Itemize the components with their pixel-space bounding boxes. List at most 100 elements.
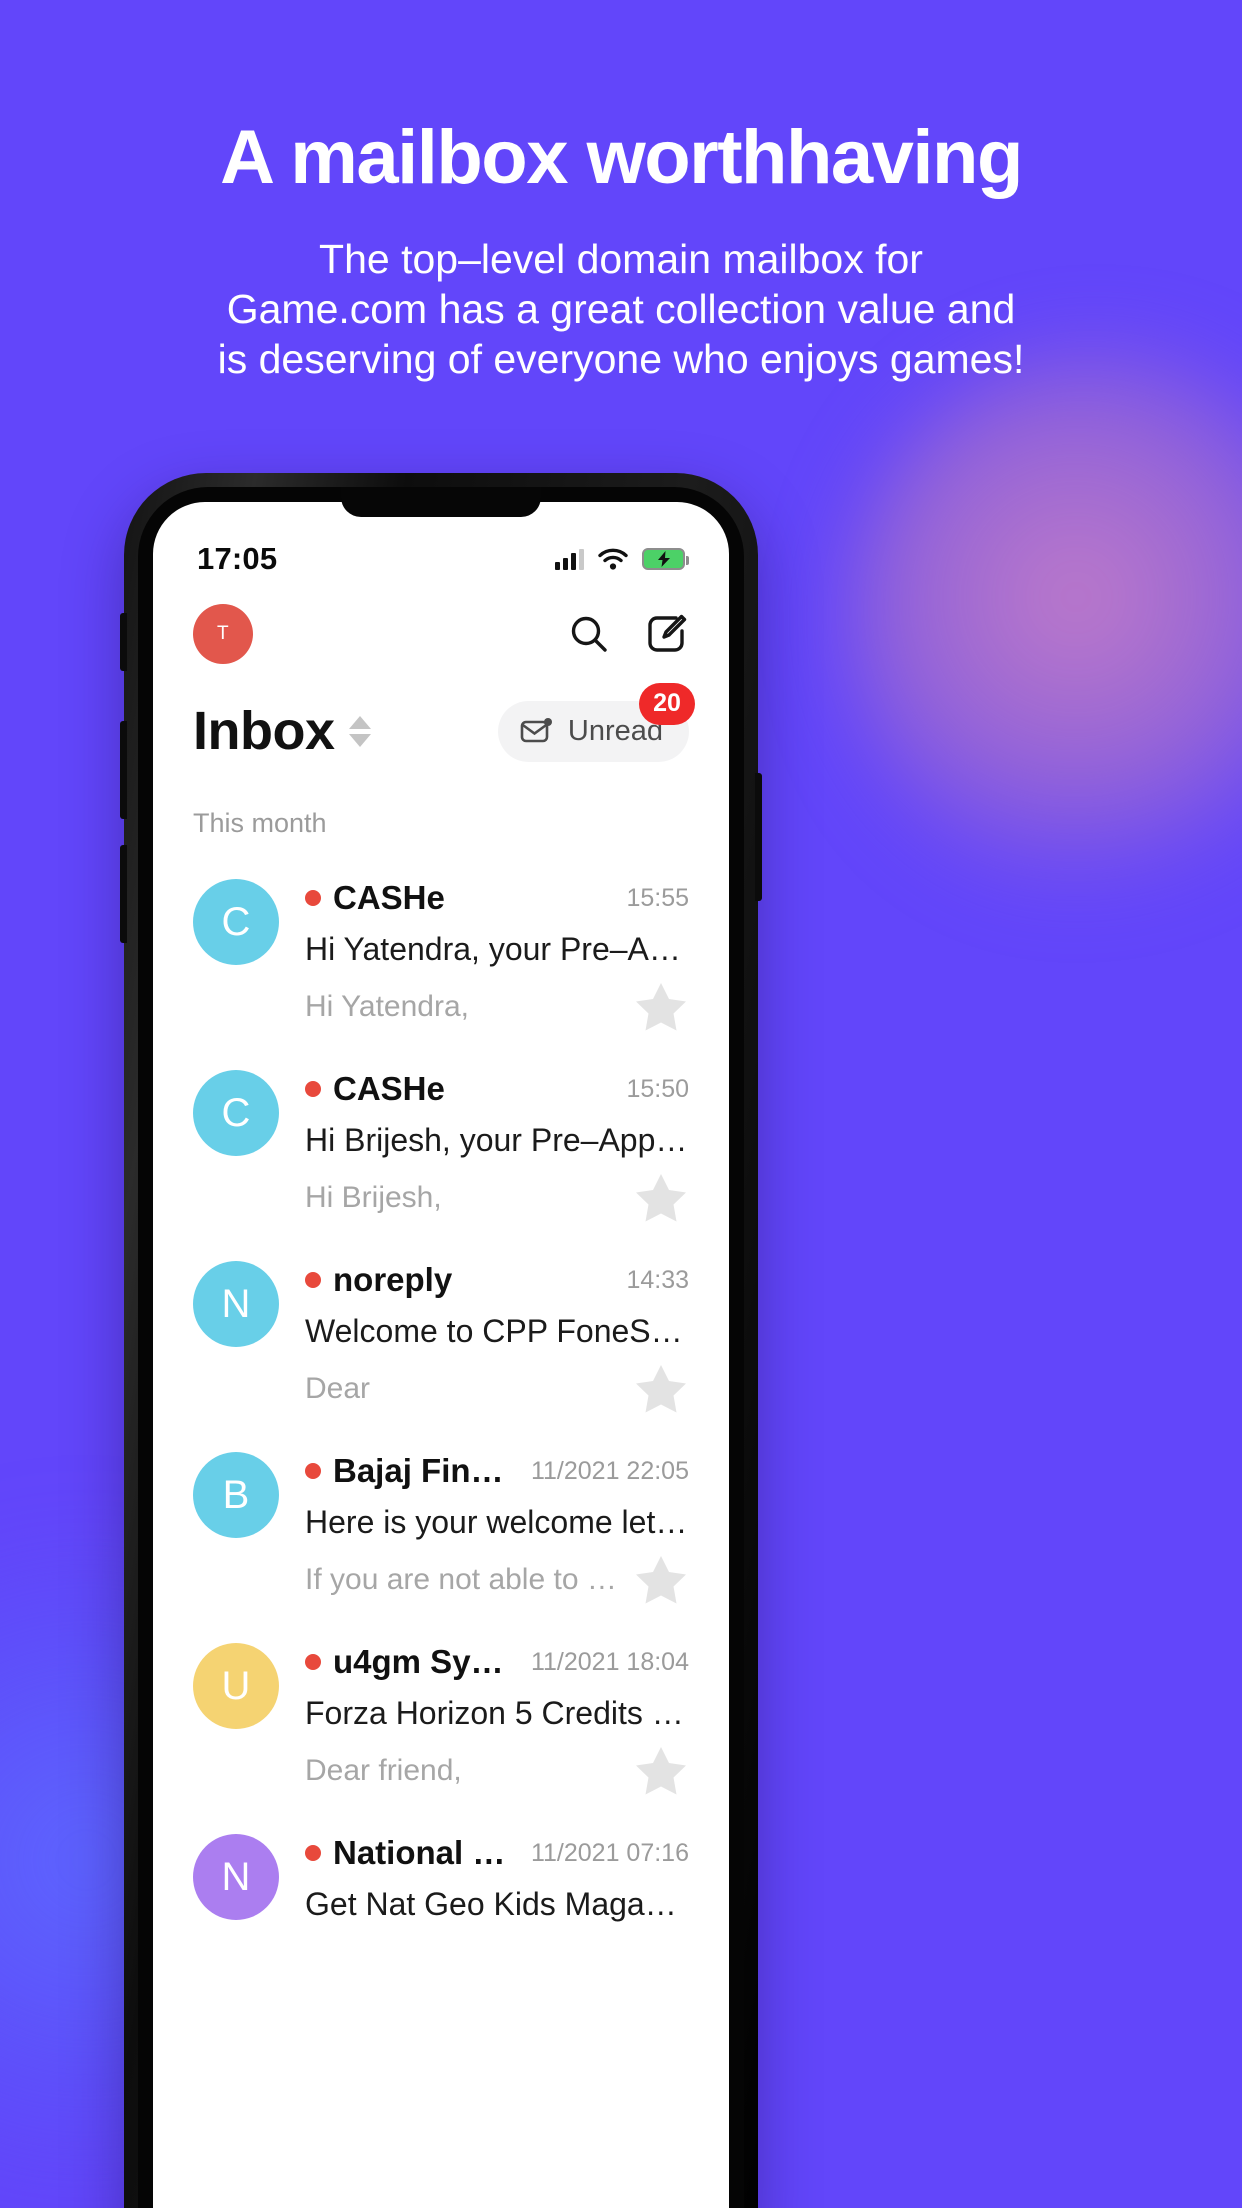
mail-timestamp: 11/2021 07:16	[530, 1838, 689, 1867]
mail-row[interactable]: B Bajaj Finance Ltd. 11/2021 22:05 Here is …	[153, 1434, 729, 1625]
page-title: Inbox	[193, 701, 335, 761]
mail-subject: Here is your welcome letter for loa...	[305, 1504, 689, 1540]
mail-preview: Hi Yatendra,	[305, 990, 469, 1023]
star-icon[interactable]	[633, 1744, 689, 1798]
unread-filter[interactable]: Unread 20	[497, 682, 695, 762]
unread-dot-icon	[305, 1845, 321, 1861]
status-bar-indicators	[555, 548, 689, 570]
star-icon[interactable]	[633, 1553, 689, 1607]
mail-header-line: CASHe 15:55	[305, 879, 689, 917]
mail-footer-line: If you are not able to view the cont...	[305, 1553, 689, 1607]
unread-dot-icon	[305, 1654, 321, 1670]
mail-sender-group: CASHe	[305, 1070, 445, 1108]
phone-mockup: 17:05 T Inbox Unread 20 This month C CAS…	[120, 473, 762, 2208]
mail-preview: Hi Brijesh,	[305, 1181, 442, 1214]
mail-list: C CASHe 15:55 Hi Yatendra, your Pre–Approve…	[153, 861, 729, 1953]
mail-avatar: N	[193, 1834, 279, 1920]
mail-subject: Get Nat Geo Kids Magazine for $2...	[305, 1886, 689, 1922]
inbox-title-group[interactable]: Inbox	[193, 700, 371, 762]
star-icon[interactable]	[633, 1171, 689, 1225]
search-icon[interactable]	[567, 612, 611, 656]
mail-sender: National Geographic	[333, 1834, 519, 1871]
mail-sender-group: u4gm System mail	[305, 1643, 519, 1681]
mail-avatar: B	[193, 1452, 279, 1538]
mail-sender: CASHe	[333, 1070, 445, 1107]
mail-sender-group: noreply	[305, 1261, 452, 1299]
unread-dot-icon	[305, 1463, 321, 1479]
avatar[interactable]: T	[193, 604, 253, 664]
mail-content: Bajaj Finance Ltd. 11/2021 22:05 Here is y…	[305, 1452, 689, 1607]
mail-footer-line: Dear	[305, 1362, 689, 1416]
mail-row[interactable]: Uu4gm System mail 11/2021 18:04 Forza Hori…	[153, 1625, 729, 1816]
mail-sender: CASHe	[333, 879, 445, 916]
mail-content: National Geographic 11/2021 07:16 Get Nat …	[305, 1834, 689, 1935]
mail-sender-group: CASHe	[305, 879, 445, 917]
phone-volume-down-button[interactable]	[120, 845, 127, 943]
hero-subtitle: The top–level domain mailbox for Game.co…	[0, 234, 1242, 384]
mail-content: CASHe 15:55 Hi Yatendra, your Pre–Approved…	[305, 879, 689, 1034]
app-bar-actions	[567, 612, 689, 656]
star-icon[interactable]	[633, 980, 689, 1034]
star-icon[interactable]	[633, 1362, 689, 1416]
mail-avatar: C	[193, 1070, 279, 1156]
phone-volume-up-button[interactable]	[120, 721, 127, 819]
mail-row[interactable]: C CASHe 15:55 Hi Yatendra, your Pre–Approve…	[153, 861, 729, 1052]
unread-dot-icon	[305, 1081, 321, 1097]
mail-timestamp: 11/2021 22:05	[530, 1456, 689, 1485]
mail-footer-line: Hi Brijesh,	[305, 1171, 689, 1225]
mail-header-line: CASHe 15:50	[305, 1070, 689, 1108]
unread-dot-icon	[305, 890, 321, 906]
mail-timestamp: 11/2021 18:04	[530, 1647, 689, 1676]
inbox-title-row: Inbox Unread 20	[153, 664, 729, 762]
mail-content: noreply 14:33 Welcome to CPP FoneSafe Clas…	[305, 1261, 689, 1416]
mail-header-line: noreply 14:33	[305, 1261, 689, 1299]
mail-footer-line: Hi Yatendra,	[305, 980, 689, 1034]
hero-subtitle-line-3: is deserving of everyone who enjoys game…	[217, 335, 1025, 382]
compose-icon[interactable]	[645, 612, 689, 656]
phone-screen: 17:05 T Inbox Unread 20 This month C CAS…	[153, 502, 729, 2208]
mail-row[interactable]: N National Geographic 11/2021 07:16 Get Nat…	[153, 1816, 729, 1953]
status-bar-time: 17:05	[197, 541, 278, 576]
mail-preview: Dear friend,	[305, 1754, 462, 1787]
mail-sender-group: National Geographic	[305, 1834, 519, 1872]
mail-row[interactable]: Nnoreply 14:33 Welcome to CPP FoneSafe Cla…	[153, 1243, 729, 1434]
mail-preview: If you are not able to view the cont...	[305, 1563, 621, 1596]
mail-sender-group: Bajaj Finance Ltd.	[305, 1452, 519, 1490]
mail-content: u4gm System mail 11/2021 18:04 Forza Horiz…	[305, 1643, 689, 1798]
mail-header-line: National Geographic 11/2021 07:16	[305, 1834, 689, 1872]
hero-section: A mailbox worthhaving The top–level doma…	[0, 0, 1242, 384]
hero-subtitle-line-2: Game.com has a great collection value an…	[226, 285, 1016, 332]
background-blob-right	[842, 345, 1242, 905]
cellular-signal-icon	[555, 548, 584, 570]
mail-header-line: u4gm System mail 11/2021 18:04	[305, 1643, 689, 1681]
unread-count-badge: 20	[639, 682, 695, 725]
mail-sender: u4gm System mail	[333, 1643, 519, 1680]
mail-sender: noreply	[333, 1261, 453, 1298]
mail-timestamp: 15:55	[626, 883, 689, 912]
phone-notch	[341, 487, 541, 517]
mail-subject: Welcome to CPP FoneSafe Classic!	[305, 1313, 689, 1349]
section-label: This month	[193, 808, 327, 838]
unread-dot-icon	[305, 1272, 321, 1288]
mail-preview: Dear	[305, 1372, 371, 1405]
wifi-icon	[598, 548, 628, 570]
mail-timestamp: 15:50	[626, 1074, 689, 1103]
phone-power-button[interactable]	[755, 773, 762, 901]
sort-updown-icon[interactable]	[348, 715, 371, 747]
hero-title: A mailbox worthhaving	[220, 115, 1023, 200]
mail-sender: Bajaj Finance Ltd.	[333, 1452, 519, 1489]
phone-silent-switch[interactable]	[120, 613, 127, 671]
mail-avatar: C	[193, 879, 279, 965]
mail-subject: Forza Horizon 5 Credits and Cars...	[305, 1695, 689, 1731]
hero-subtitle-line-1: The top–level domain mailbox for	[319, 235, 923, 282]
mail-subject: Hi Brijesh, your Pre–Approved loan...	[305, 1122, 689, 1158]
mail-avatar: U	[193, 1643, 279, 1729]
mail-header-line: Bajaj Finance Ltd. 11/2021 22:05	[305, 1452, 689, 1490]
battery-charging-icon	[642, 548, 689, 570]
mail-timestamp: 14:33	[626, 1265, 689, 1294]
mail-content: CASHe 15:50 Hi Brijesh, your Pre–Approved …	[305, 1070, 689, 1225]
mail-subject: Hi Yatendra, your Pre–Approved lo...	[305, 931, 689, 967]
mail-avatar: N	[193, 1261, 279, 1347]
envelope-unread-icon	[520, 718, 552, 743]
mail-row[interactable]: C CASHe 15:50 Hi Brijesh, your Pre–Approved…	[153, 1052, 729, 1243]
